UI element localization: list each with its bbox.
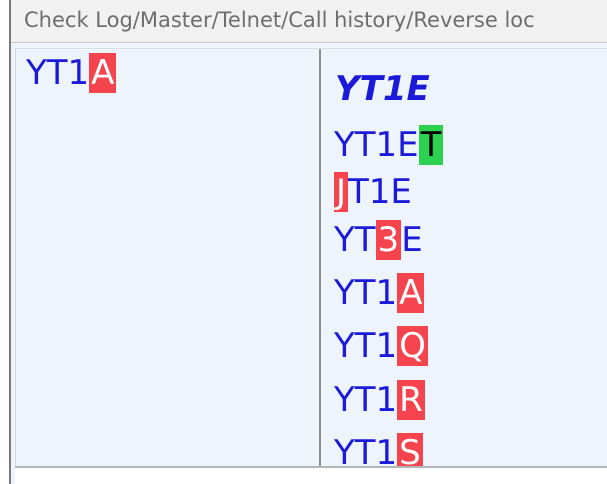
mismatch-char: A	[89, 53, 117, 93]
similar-calls-pane: YT1E YT1ET JT1E YT3E YT1A YT1Q YT1R YT1S	[321, 49, 607, 467]
mismatch-char: A	[397, 273, 425, 313]
check-results-panel: YT1A YT1E YT1ET JT1E YT3E YT1A YT1Q YT1R…	[15, 48, 607, 467]
call-before: YT1E	[334, 125, 419, 165]
call-before: YT1	[334, 380, 398, 420]
call-before: YT1	[334, 326, 398, 366]
mismatch-char: Q	[397, 326, 428, 366]
call-prefix: YT1	[26, 53, 90, 93]
partial-call-entry[interactable]: YT1A	[26, 53, 117, 93]
call-before: YT1	[334, 273, 398, 313]
status-strip	[15, 466, 607, 484]
similar-call-item[interactable]: YT1S	[334, 433, 423, 467]
similar-call-item[interactable]: YT1ET	[334, 125, 444, 165]
call-after: T1E	[348, 172, 412, 212]
similar-call-item[interactable]: JT1E	[334, 172, 412, 212]
similar-call-item[interactable]: YT1Q	[334, 326, 428, 366]
extra-char: T	[418, 125, 444, 165]
window-titlebar[interactable]: Check Log/Master/Telnet/Call history/Rev…	[11, 0, 607, 43]
similar-call-item[interactable]: YT1A	[334, 273, 425, 313]
similar-call-item[interactable]: YT3E	[334, 220, 423, 260]
call-after: E	[401, 220, 423, 260]
partial-call-pane: YT1A	[16, 49, 319, 467]
check-log-window: Check Log/Master/Telnet/Call history/Rev…	[9, 0, 607, 484]
mismatch-char: J	[334, 172, 349, 212]
similar-call-item[interactable]: YT1R	[334, 380, 425, 420]
call-before: YT1	[334, 433, 398, 467]
call-before: YT	[334, 220, 376, 260]
mismatch-char: 3	[375, 220, 402, 260]
header-callsign[interactable]: YT1E	[335, 69, 430, 109]
mismatch-char: S	[397, 433, 423, 467]
window-title: Check Log/Master/Telnet/Call history/Rev…	[24, 8, 535, 32]
mismatch-char: R	[397, 380, 425, 420]
